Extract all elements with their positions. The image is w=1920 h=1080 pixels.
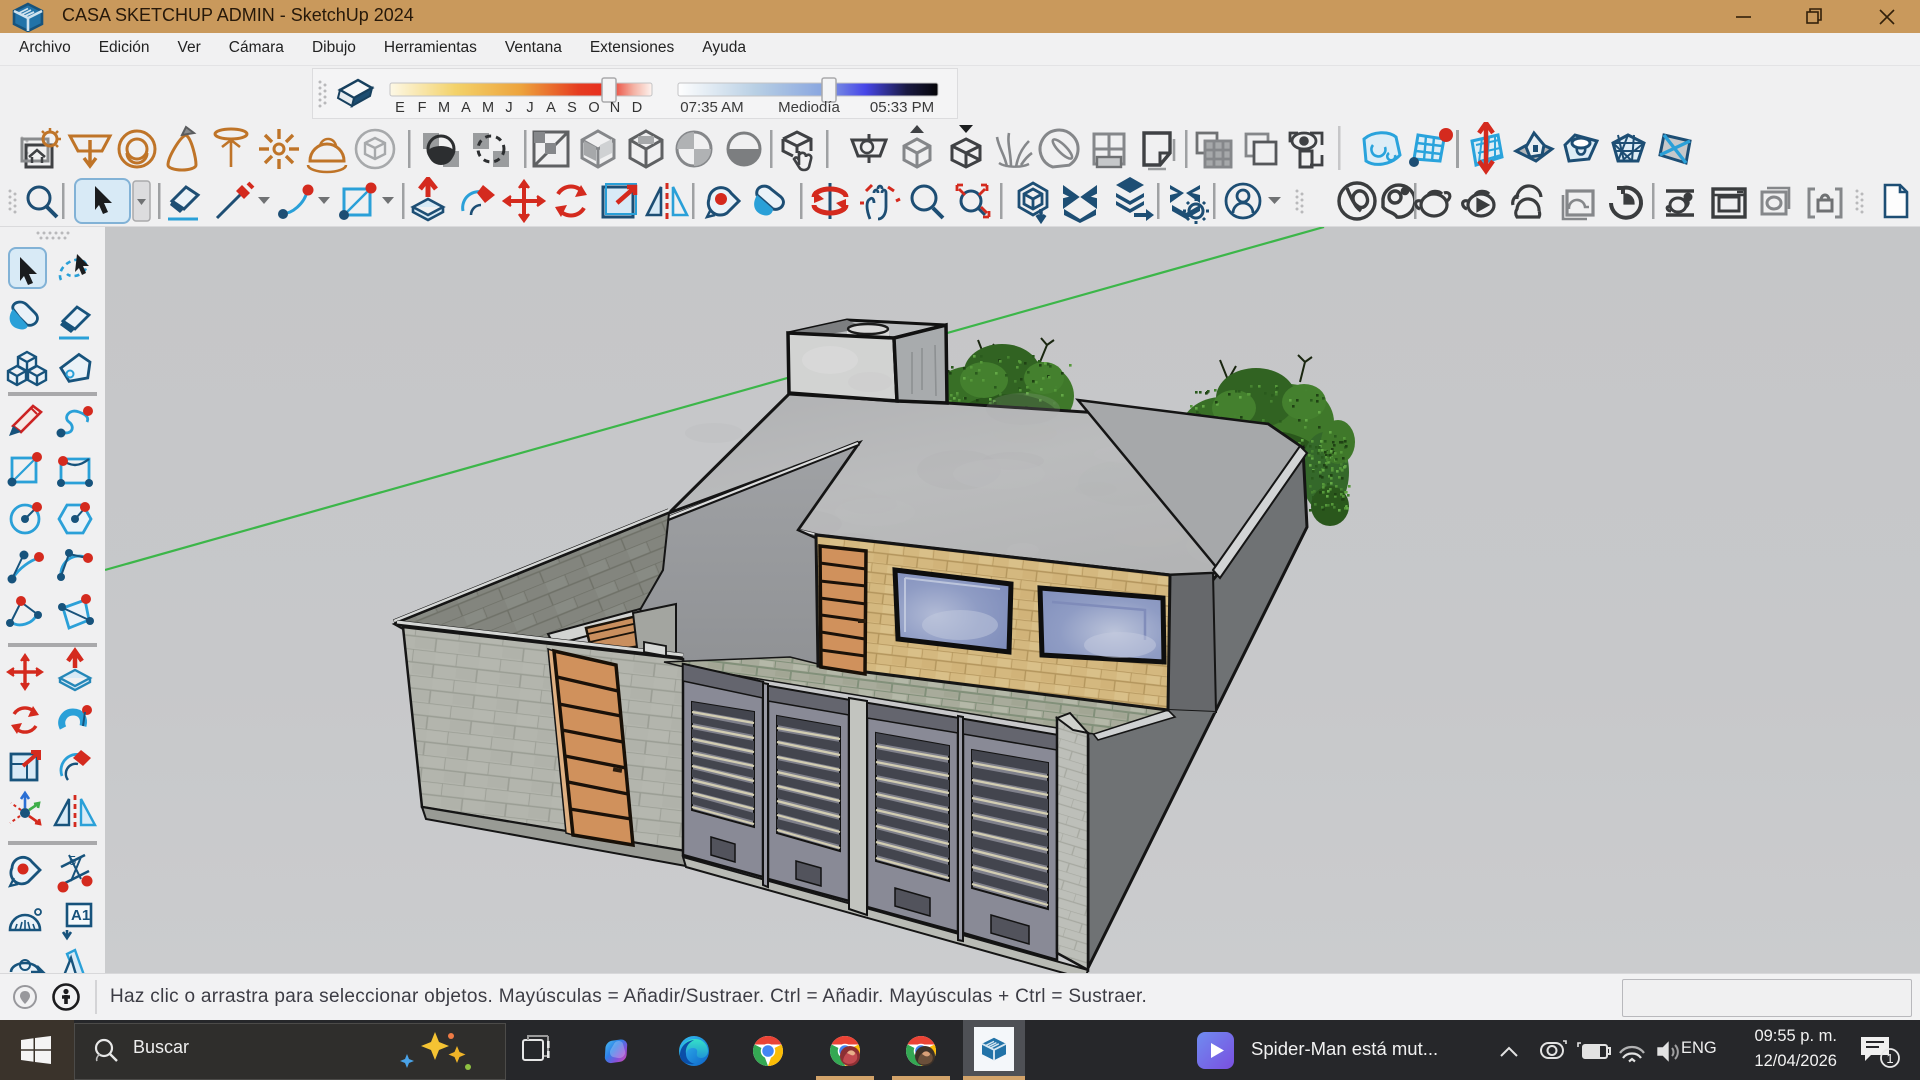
- svg-text:A: A: [546, 100, 556, 116]
- svg-text:M: M: [438, 100, 450, 116]
- svg-text:F: F: [418, 100, 427, 116]
- svg-text:O: O: [588, 100, 599, 116]
- svg-text:1: 1: [1886, 1051, 1893, 1066]
- svg-text:J: J: [505, 100, 512, 116]
- svg-text:Mediodía: Mediodía: [778, 99, 840, 116]
- svg-text:D: D: [632, 100, 642, 116]
- svg-text:A1: A1: [71, 907, 90, 924]
- svg-text:05:33 PM: 05:33 PM: [870, 99, 934, 116]
- svg-text:M: M: [482, 100, 494, 116]
- svg-text:07:35 AM: 07:35 AM: [680, 99, 743, 116]
- svg-text:J: J: [526, 100, 533, 116]
- svg-text:A: A: [461, 100, 471, 116]
- svg-text:E: E: [395, 100, 405, 116]
- svg-text:S: S: [567, 100, 577, 116]
- svg-text:5: 5: [69, 853, 76, 868]
- svg-text:N: N: [610, 100, 620, 116]
